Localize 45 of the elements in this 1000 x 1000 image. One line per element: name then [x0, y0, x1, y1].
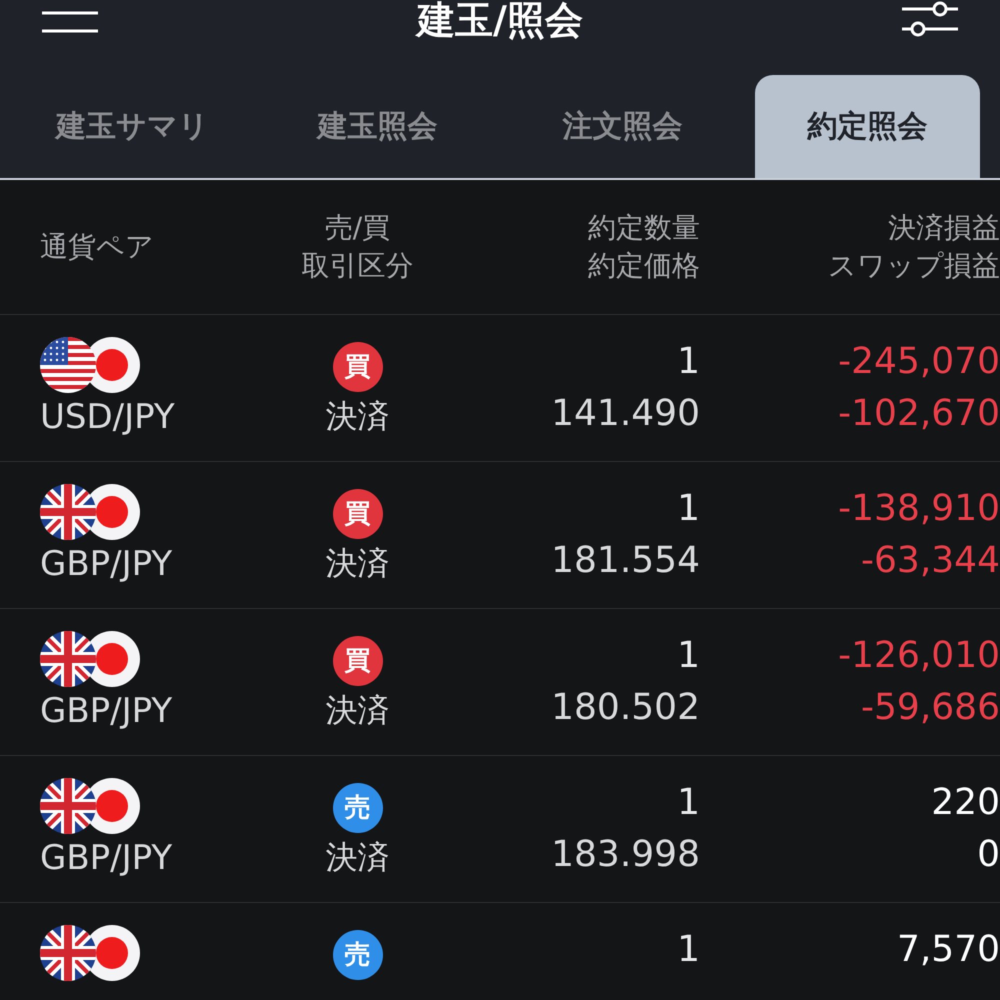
- quantity: 1: [677, 634, 700, 678]
- tab[interactable]: 建玉サマリ: [20, 75, 245, 178]
- tab[interactable]: 約定照会: [755, 75, 980, 178]
- column-header: 約定数量: [588, 210, 700, 246]
- settlement-pnl: -138,910: [838, 487, 1000, 531]
- trade-type: 決済: [326, 690, 390, 731]
- side-badge: 売: [332, 783, 382, 833]
- tab[interactable]: 建玉照会: [265, 75, 490, 178]
- execution-price: 181.554: [551, 539, 700, 583]
- execution-price: 183.998: [551, 833, 700, 877]
- swap-pnl: 0: [977, 833, 1000, 877]
- page-title: 建玉/照会: [417, 0, 583, 44]
- currency-pair: GBP/JPY: [40, 690, 172, 733]
- column-header: 決済損益: [888, 210, 1000, 246]
- trade-type: 決済: [326, 837, 390, 878]
- side-badge: 買: [332, 636, 382, 686]
- column-header: スワップ損益: [828, 248, 1000, 284]
- column-header: 取引区分: [302, 248, 414, 284]
- trade-type: 決済: [326, 543, 390, 584]
- currency-pair: GBP/JPY: [40, 543, 172, 586]
- settlement-pnl: -126,010: [838, 634, 1000, 678]
- column-header: 通貨ペア: [40, 229, 154, 265]
- swap-pnl: -59,686: [861, 686, 1000, 730]
- trade-type: 決済: [326, 396, 390, 437]
- column-header: 売/買: [324, 210, 390, 246]
- quantity: 1: [677, 340, 700, 384]
- side-badge: 売: [332, 930, 382, 980]
- tab[interactable]: 注文照会: [510, 75, 735, 178]
- quantity: 1: [677, 928, 700, 972]
- swap-pnl: -63,344: [861, 539, 1000, 583]
- currency-pair: GBP/JPY: [40, 837, 172, 880]
- menu-icon[interactable]: [42, 11, 98, 33]
- settings-icon[interactable]: [902, 1, 958, 37]
- settlement-pnl: -245,070: [838, 340, 1000, 384]
- column-header: 約定価格: [588, 248, 700, 284]
- execution-price: 180.502: [551, 686, 700, 730]
- currency-pair: USD/JPY: [40, 396, 175, 439]
- settlement-pnl: 7,570: [896, 928, 1000, 972]
- side-badge: 買: [332, 489, 382, 539]
- swap-pnl: -102,670: [838, 392, 1000, 436]
- quantity: 1: [677, 487, 700, 531]
- settlement-pnl: 220: [931, 781, 1000, 825]
- side-badge: 買: [332, 342, 382, 392]
- execution-price: 141.490: [551, 392, 700, 436]
- quantity: 1: [677, 781, 700, 825]
